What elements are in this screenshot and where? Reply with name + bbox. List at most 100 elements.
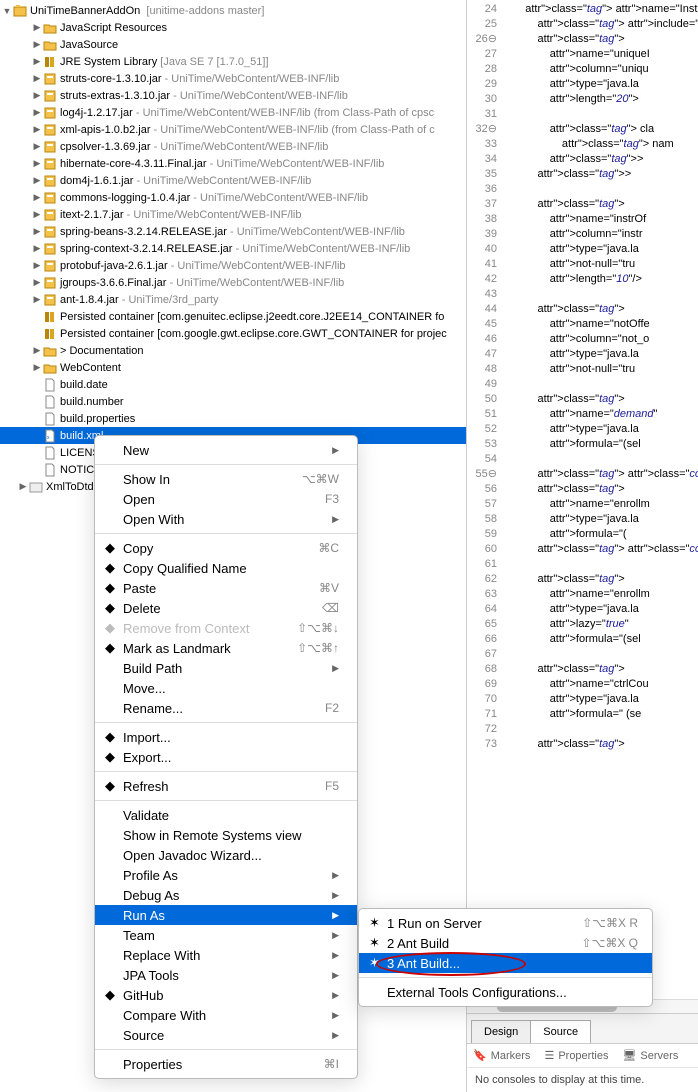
item-label: hibernate-core-4.3.11.Final.jar bbox=[60, 158, 207, 170]
menu-item-delete[interactable]: ◆Delete⌫ bbox=[95, 598, 357, 618]
expand-arrow-icon[interactable] bbox=[32, 226, 42, 237]
tree-item[interactable]: > Documentation bbox=[0, 342, 466, 359]
menu-item-build-path[interactable]: Build Path▶ bbox=[95, 658, 357, 678]
menu-item-move-[interactable]: Move... bbox=[95, 678, 357, 698]
menu-item-replace-with[interactable]: Replace With▶ bbox=[95, 945, 357, 965]
tree-item[interactable]: build.number bbox=[0, 393, 466, 410]
submenu-item[interactable]: ✶3 Ant Build... bbox=[359, 953, 652, 973]
menu-item-profile-as[interactable]: Profile As▶ bbox=[95, 865, 357, 885]
tab-design[interactable]: Design bbox=[471, 1020, 531, 1043]
menu-item-run-as[interactable]: Run As▶ bbox=[95, 905, 357, 925]
menu-item-mark-as-landmark[interactable]: ◆Mark as Landmark⇧⌥⌘↑ bbox=[95, 638, 357, 658]
menu-item-refresh[interactable]: ◆RefreshF5 bbox=[95, 776, 357, 796]
tab-source[interactable]: Source bbox=[530, 1020, 591, 1043]
tree-item[interactable]: xml-apis-1.0.b2.jar - UniTime/WebContent… bbox=[0, 121, 466, 138]
expand-arrow-icon[interactable] bbox=[32, 141, 42, 152]
menu-item-open-javadoc-wizard-[interactable]: Open Javadoc Wizard... bbox=[95, 845, 357, 865]
tree-item[interactable]: WebContent bbox=[0, 359, 466, 376]
expand-arrow-icon[interactable] bbox=[32, 56, 42, 67]
menu-item-export-[interactable]: ◆Export... bbox=[95, 747, 357, 767]
tab-servers[interactable]: 🖥Servers bbox=[622, 1049, 678, 1062]
tree-item[interactable]: spring-beans-3.2.14.RELEASE.jar - UniTim… bbox=[0, 223, 466, 240]
tree-item[interactable]: JRE System Library [Java SE 7 [1.7.0_51]… bbox=[0, 53, 466, 70]
expand-arrow-icon[interactable] bbox=[32, 277, 42, 288]
menu-item-properties[interactable]: Properties⌘I bbox=[95, 1054, 357, 1074]
tree-item[interactable]: dom4j-1.6.1.jar - UniTime/WebContent/WEB… bbox=[0, 172, 466, 189]
expand-arrow-icon[interactable] bbox=[18, 481, 28, 492]
item-label: build.date bbox=[60, 379, 108, 391]
menu-item-copy[interactable]: ◆Copy⌘C bbox=[95, 538, 357, 558]
menu-item-show-in[interactable]: Show In⌥⌘W bbox=[95, 469, 357, 489]
expand-arrow-icon[interactable] bbox=[32, 192, 42, 203]
tree-item[interactable]: Persisted container [com.google.gwt.ecli… bbox=[0, 325, 466, 342]
menu-item-import-[interactable]: ◆Import... bbox=[95, 727, 357, 747]
expand-arrow-icon[interactable] bbox=[32, 73, 42, 84]
tree-item[interactable]: Persisted container [com.genuitec.eclips… bbox=[0, 308, 466, 325]
menu-item-show-in-remote-systems-view[interactable]: Show in Remote Systems view bbox=[95, 825, 357, 845]
submenu-arrow-icon: ▶ bbox=[332, 1010, 339, 1021]
expand-arrow-icon[interactable] bbox=[32, 175, 42, 186]
expand-arrow-icon[interactable] bbox=[32, 22, 42, 33]
menu-item-team[interactable]: Team▶ bbox=[95, 925, 357, 945]
menu-label: Paste bbox=[123, 581, 319, 596]
expand-arrow-icon[interactable] bbox=[2, 6, 12, 16]
expand-arrow-icon[interactable] bbox=[32, 158, 42, 169]
submenu-item[interactable]: External Tools Configurations... bbox=[359, 982, 652, 1002]
expand-arrow-icon[interactable] bbox=[32, 243, 42, 254]
menu-item-rename-[interactable]: Rename...F2 bbox=[95, 698, 357, 718]
menu-item-paste[interactable]: ◆Paste⌘V bbox=[95, 578, 357, 598]
menu-item-source[interactable]: Source▶ bbox=[95, 1025, 357, 1045]
code-editor[interactable]: 242526⊖272829303132⊖33343536373839404142… bbox=[467, 0, 698, 999]
tree-item[interactable]: build.properties bbox=[0, 410, 466, 427]
tab-properties[interactable]: ☰Properties bbox=[544, 1049, 608, 1062]
expand-arrow-icon[interactable] bbox=[32, 39, 42, 50]
code-content[interactable]: attr">class="tag"> attr">name="Instructi… bbox=[513, 2, 698, 752]
menu-label: Import... bbox=[123, 730, 339, 745]
menu-item-open[interactable]: OpenF3 bbox=[95, 489, 357, 509]
menu-item-new[interactable]: New▶ bbox=[95, 440, 357, 460]
menu-item-copy-qualified-name[interactable]: ◆Copy Qualified Name bbox=[95, 558, 357, 578]
item-icon bbox=[42, 71, 58, 87]
tree-item[interactable]: struts-core-1.3.10.jar - UniTime/WebCont… bbox=[0, 70, 466, 87]
tree-root[interactable]: UniTimeBannerAddOn [unitime-addons maste… bbox=[0, 2, 466, 19]
tree-item[interactable]: JavaSource bbox=[0, 36, 466, 53]
tree-item[interactable]: protobuf-java-2.6.1.jar - UniTime/WebCon… bbox=[0, 257, 466, 274]
tree-item[interactable]: jgroups-3.6.6.Final.jar - UniTime/WebCon… bbox=[0, 274, 466, 291]
tab-markers[interactable]: 🔖Markers bbox=[473, 1049, 530, 1062]
submenu-arrow-icon: ▶ bbox=[332, 514, 339, 525]
expand-arrow-icon[interactable] bbox=[32, 90, 42, 101]
item-label: JRE System Library bbox=[60, 56, 157, 68]
tree-item[interactable]: build.date bbox=[0, 376, 466, 393]
tree-item[interactable]: log4j-1.2.17.jar - UniTime/WebContent/WE… bbox=[0, 104, 466, 121]
item-label: log4j-1.2.17.jar bbox=[60, 107, 133, 119]
expand-arrow-icon[interactable] bbox=[32, 345, 42, 356]
submenu-item[interactable]: ✶2 Ant Build⇧⌥⌘X Q bbox=[359, 933, 652, 953]
item-label: cpsolver-1.3.69.jar bbox=[60, 141, 151, 153]
item-label: protobuf-java-2.6.1.jar bbox=[60, 260, 168, 272]
expand-arrow-icon[interactable] bbox=[32, 209, 42, 220]
expand-arrow-icon[interactable] bbox=[32, 362, 42, 373]
menu-item-open-with[interactable]: Open With▶ bbox=[95, 509, 357, 529]
expand-arrow-icon[interactable] bbox=[32, 294, 42, 305]
context-menu: New▶ Show In⌥⌘WOpenF3Open With▶ ◆Copy⌘C◆Co… bbox=[94, 435, 358, 1079]
tree-item[interactable]: hibernate-core-4.3.11.Final.jar - UniTim… bbox=[0, 155, 466, 172]
expand-arrow-icon[interactable] bbox=[32, 107, 42, 118]
menu-item-debug-as[interactable]: Debug As▶ bbox=[95, 885, 357, 905]
expand-arrow-icon[interactable] bbox=[32, 260, 42, 271]
tree-item[interactable]: commons-logging-1.0.4.jar - UniTime/WebC… bbox=[0, 189, 466, 206]
tree-item[interactable]: spring-context-3.2.14.RELEASE.jar - UniT… bbox=[0, 240, 466, 257]
item-label: WebContent bbox=[60, 362, 121, 374]
tree-item[interactable]: struts-extras-1.3.10.jar - UniTime/WebCo… bbox=[0, 87, 466, 104]
tree-item[interactable]: cpsolver-1.3.69.jar - UniTime/WebContent… bbox=[0, 138, 466, 155]
tree-item[interactable]: JavaScript Resources bbox=[0, 19, 466, 36]
menu-item-compare-with[interactable]: Compare With▶ bbox=[95, 1005, 357, 1025]
tree-item[interactable]: itext-2.1.7.jar - UniTime/WebContent/WEB… bbox=[0, 206, 466, 223]
menu-item-jpa-tools[interactable]: JPA Tools▶ bbox=[95, 965, 357, 985]
menu-label: Debug As bbox=[123, 888, 332, 903]
menu-item-github[interactable]: ◆GitHub▶ bbox=[95, 985, 357, 1005]
expand-arrow-icon[interactable] bbox=[32, 124, 42, 135]
tree-item[interactable]: ant-1.8.4.jar - UniTime/3rd_party bbox=[0, 291, 466, 308]
menu-item-validate[interactable]: Validate bbox=[95, 805, 357, 825]
menu-label: Show in Remote Systems view bbox=[123, 828, 339, 843]
submenu-item[interactable]: ✶1 Run on Server⇧⌥⌘X R bbox=[359, 913, 652, 933]
